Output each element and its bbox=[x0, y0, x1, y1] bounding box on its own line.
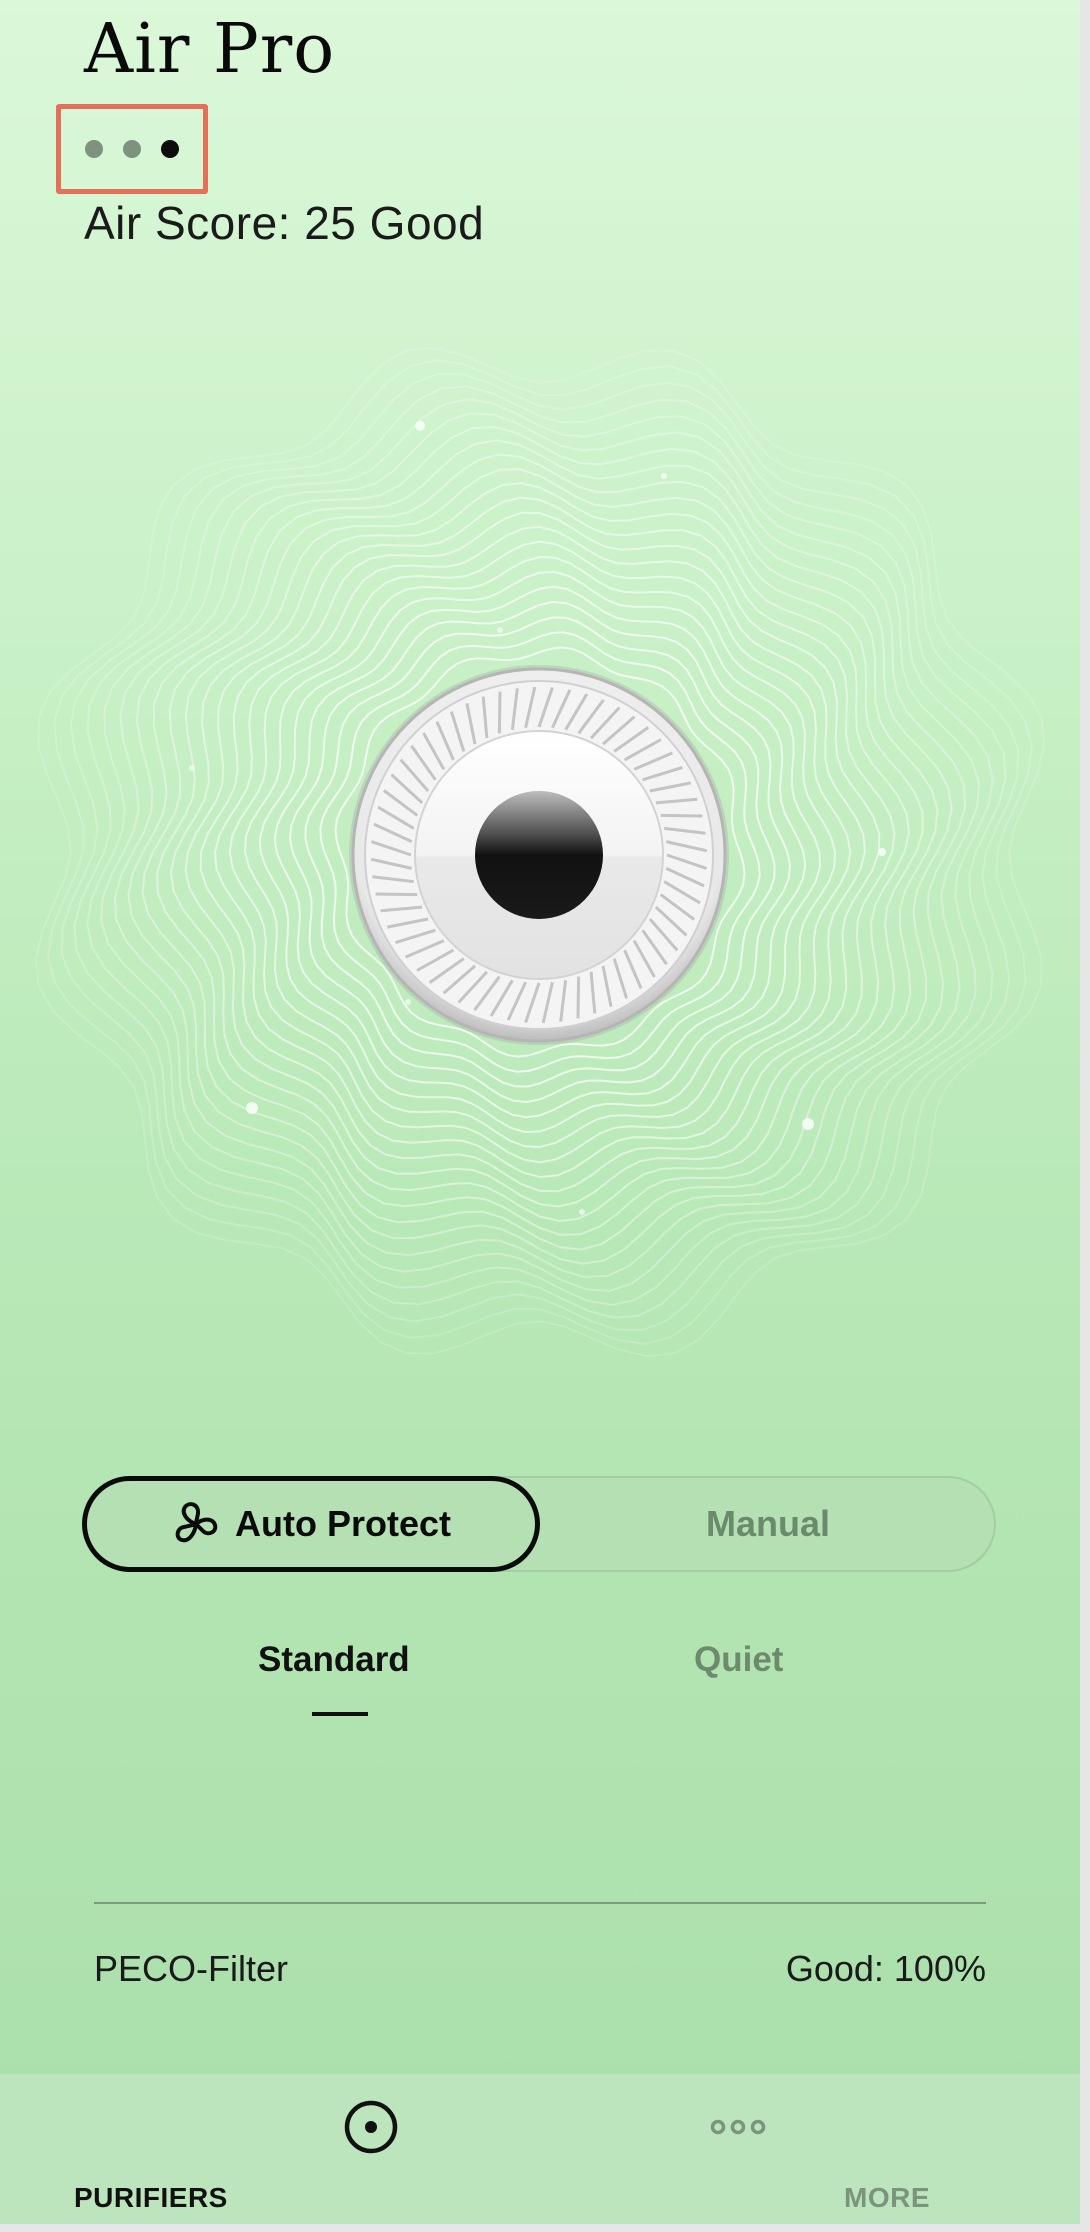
auto-protect-button[interactable]: Auto Protect bbox=[82, 1476, 540, 1572]
manual-button[interactable]: Manual bbox=[540, 1478, 996, 1570]
fan-vent-slat bbox=[660, 813, 703, 818]
speed-tab-standard[interactable]: Standard bbox=[258, 1640, 410, 1680]
manual-label: Manual bbox=[705, 1503, 830, 1544]
page-dot-3-active[interactable] bbox=[161, 140, 179, 158]
app-screen: Air Pro Air Score: 25 Good Auto Protect … bbox=[0, 0, 1080, 2224]
more-dots-icon bbox=[710, 2119, 766, 2135]
purifier-target-icon bbox=[344, 2100, 398, 2154]
speed-tab-indicator bbox=[312, 1712, 368, 1716]
nav-tab-more[interactable]: MORE bbox=[540, 2074, 1080, 2224]
mode-toggle: Auto Protect Manual bbox=[82, 1476, 996, 1572]
filter-name: PECO-Filter bbox=[94, 1948, 289, 1989]
device-title: Air Pro bbox=[84, 10, 336, 89]
page-dot-1[interactable] bbox=[85, 140, 103, 158]
screen-border-right bbox=[1080, 0, 1090, 2232]
nav-label-more: MORE bbox=[844, 2182, 930, 2213]
nav-label-purifiers: PURIFIERS bbox=[74, 2182, 228, 2213]
purifier-fan-button[interactable] bbox=[346, 662, 732, 1048]
bottom-navigation: PURIFIERS MORE bbox=[0, 2074, 1080, 2224]
nav-tab-purifiers[interactable]: PURIFIERS bbox=[0, 2074, 540, 2224]
section-divider bbox=[94, 1902, 986, 1904]
screen-border-bottom bbox=[0, 2224, 1090, 2232]
fan-vent-slat bbox=[576, 976, 581, 1019]
page-dot-2[interactable] bbox=[123, 140, 141, 158]
fan-vent-slat bbox=[375, 892, 418, 897]
air-score-label: Air Score: 25 Good bbox=[84, 197, 485, 249]
auto-protect-label: Auto Protect bbox=[235, 1503, 451, 1544]
device-page-indicator[interactable] bbox=[56, 104, 208, 194]
fan-blades-icon bbox=[175, 1502, 218, 1543]
filter-status: Good: 100% bbox=[785, 1948, 986, 1989]
speed-tab-quiet[interactable]: Quiet bbox=[694, 1640, 783, 1680]
fan-vent-slat bbox=[497, 691, 502, 734]
